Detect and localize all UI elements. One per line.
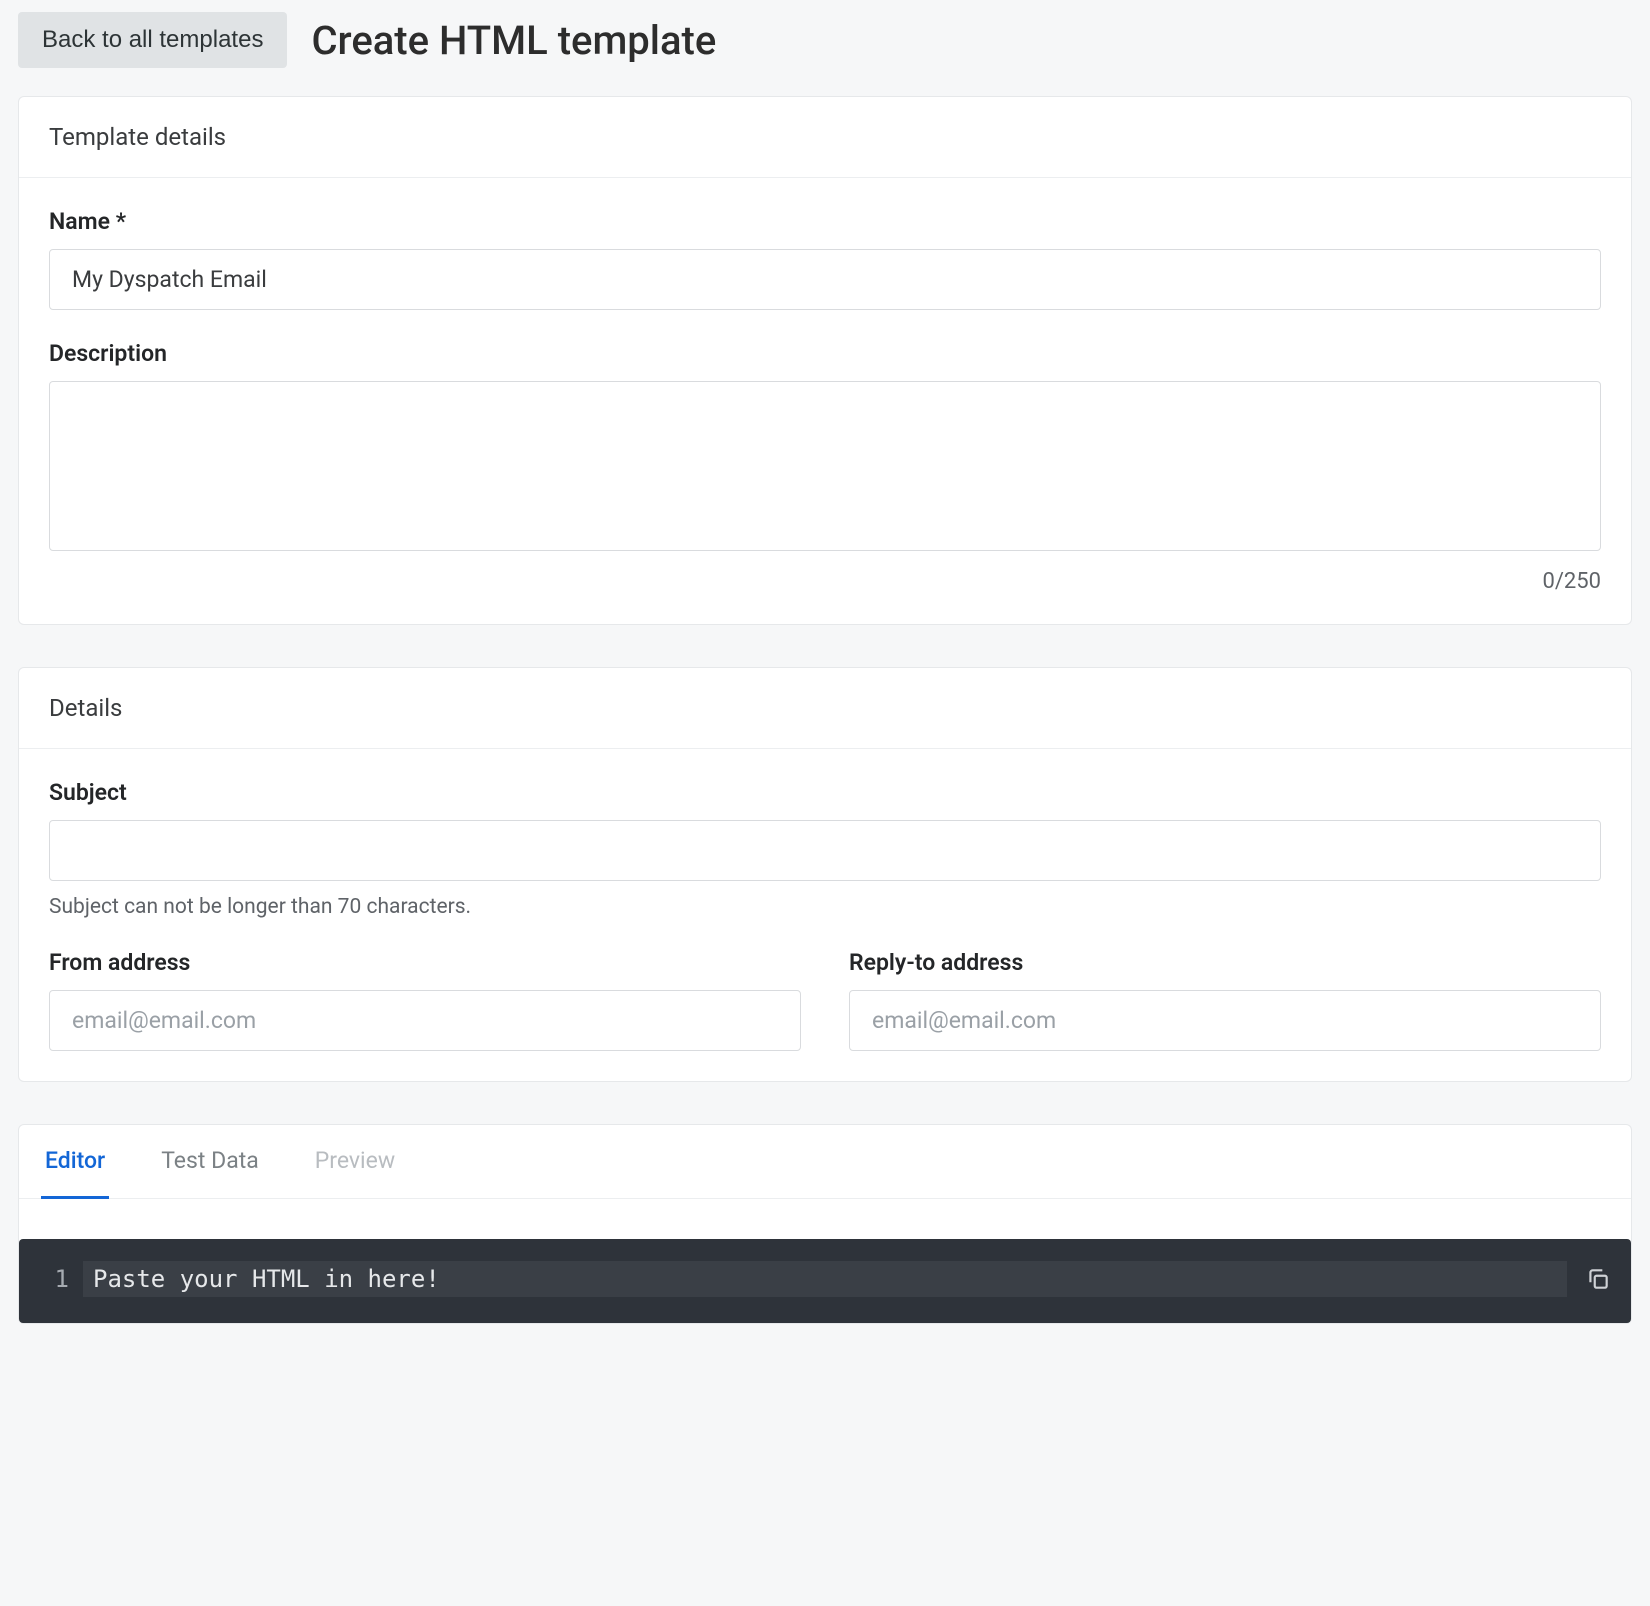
tab-editor[interactable]: Editor: [41, 1125, 109, 1199]
description-label: Description: [49, 340, 1601, 367]
editor-tabs: Editor Test Data Preview: [19, 1125, 1631, 1199]
line-number: 1: [39, 1265, 83, 1293]
description-char-count: 0/250: [49, 569, 1601, 594]
code-editor[interactable]: 1 Paste your HTML in here!: [19, 1239, 1631, 1323]
tab-preview[interactable]: Preview: [311, 1125, 399, 1199]
from-address-input[interactable]: [49, 990, 801, 1051]
template-details-heading: Template details: [19, 97, 1631, 178]
reply-to-address-input[interactable]: [849, 990, 1601, 1051]
copy-icon[interactable]: [1585, 1266, 1611, 1292]
template-details-card: Template details Name * Description 0/25…: [18, 96, 1632, 625]
subject-input[interactable]: [49, 820, 1601, 881]
page-header: Back to all templates Create HTML templa…: [18, 12, 1632, 68]
editor-card: Editor Test Data Preview 1 Paste your HT…: [18, 1124, 1632, 1324]
details-card: Details Subject Subject can not be longe…: [18, 667, 1632, 1082]
subject-label: Subject: [49, 779, 1601, 806]
code-line[interactable]: Paste your HTML in here!: [83, 1261, 1567, 1297]
tab-test-data[interactable]: Test Data: [157, 1125, 263, 1199]
page-title: Create HTML template: [311, 17, 716, 64]
from-address-label: From address: [49, 949, 801, 976]
subject-hint: Subject can not be longer than 70 charac…: [49, 895, 1601, 919]
description-textarea[interactable]: [49, 381, 1601, 551]
name-input[interactable]: [49, 249, 1601, 310]
name-label: Name *: [49, 208, 1601, 235]
reply-to-address-label: Reply-to address: [849, 949, 1601, 976]
details-heading: Details: [19, 668, 1631, 749]
back-button[interactable]: Back to all templates: [18, 12, 287, 68]
